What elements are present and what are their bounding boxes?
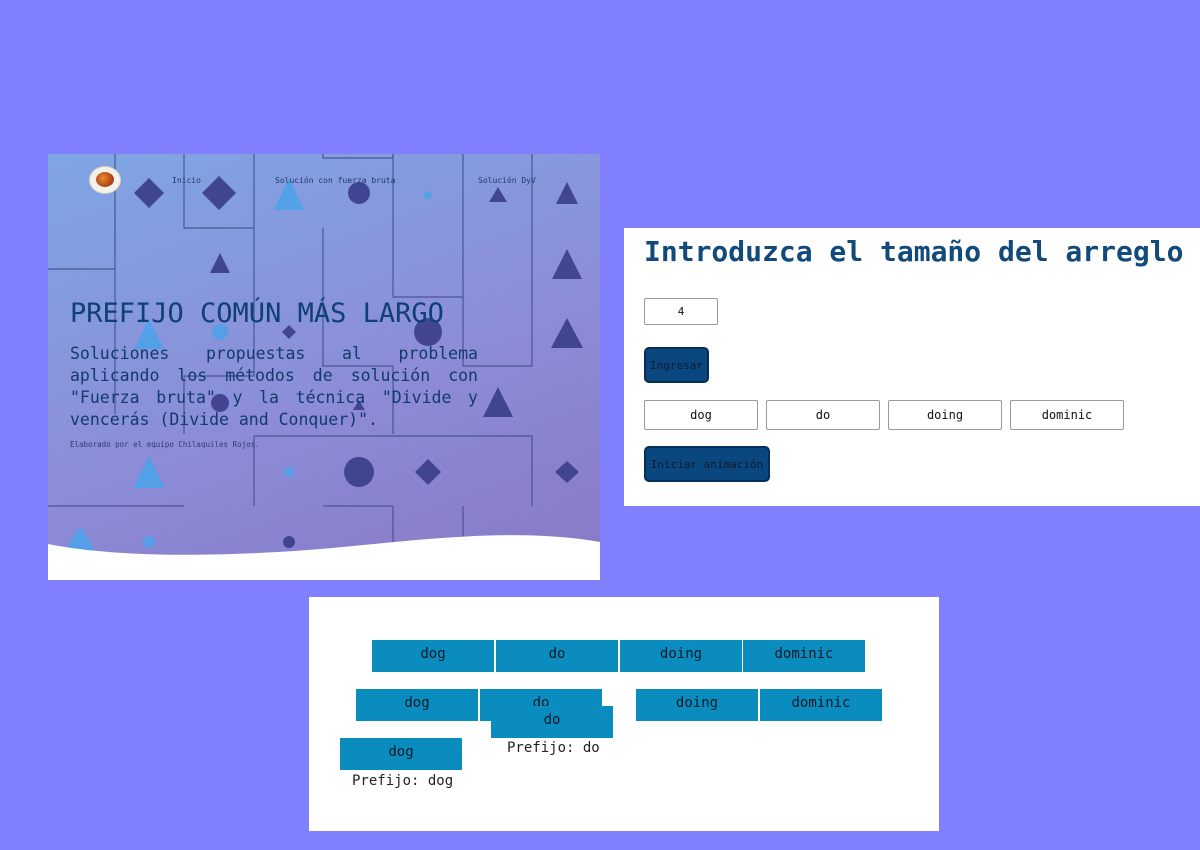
prefix-label: Prefijo: do	[507, 740, 600, 756]
page-description: Soluciones propuestas al problema aplica…	[70, 344, 478, 429]
hero-panel: Inicio Solución con fuerza bruta Solució…	[48, 154, 600, 580]
array-cell: doing	[636, 689, 758, 721]
array-cell: dog	[356, 689, 478, 721]
word-input-2[interactable]	[766, 400, 880, 430]
page-title: PREFIJO COMÚN MÁS LARGO	[70, 298, 444, 329]
credit-text: Elaborado por el equipo Chilaquiles Rojo…	[70, 440, 260, 449]
array-cell: doing	[620, 640, 742, 672]
submit-size-button[interactable]: Ingresar	[644, 347, 709, 383]
word-input-1[interactable]	[644, 400, 758, 430]
array-size-input[interactable]	[644, 298, 718, 325]
wave-divider	[48, 535, 600, 580]
array-cell: dog	[372, 640, 494, 672]
form-heading: Introduzca el tamaño del arreglo	[644, 235, 1184, 268]
word-input-4[interactable]	[1010, 400, 1124, 430]
array-cell: dominic	[743, 640, 865, 672]
word-input-3[interactable]	[888, 400, 1002, 430]
array-cell: dominic	[760, 689, 882, 721]
array-form-panel: Introduzca el tamaño del arreglo Ingresa…	[624, 228, 1200, 506]
array-cell: do	[496, 640, 618, 672]
start-animation-button[interactable]: Iniciar animación	[644, 446, 770, 482]
animation-panel: dog do doing dominic dog do doing domini…	[309, 597, 939, 831]
array-cell: dog	[340, 738, 462, 770]
nav-link-fuerza-bruta[interactable]: Solución con fuerza bruta	[275, 176, 395, 185]
food-logo-icon[interactable]	[89, 166, 121, 194]
nav-link-dyv[interactable]: Solución DyV	[478, 176, 536, 185]
prefix-label: Prefijo: dog	[352, 773, 454, 789]
array-cell-moving: do	[491, 706, 613, 738]
nav-link-inicio[interactable]: Inicio	[172, 176, 201, 185]
